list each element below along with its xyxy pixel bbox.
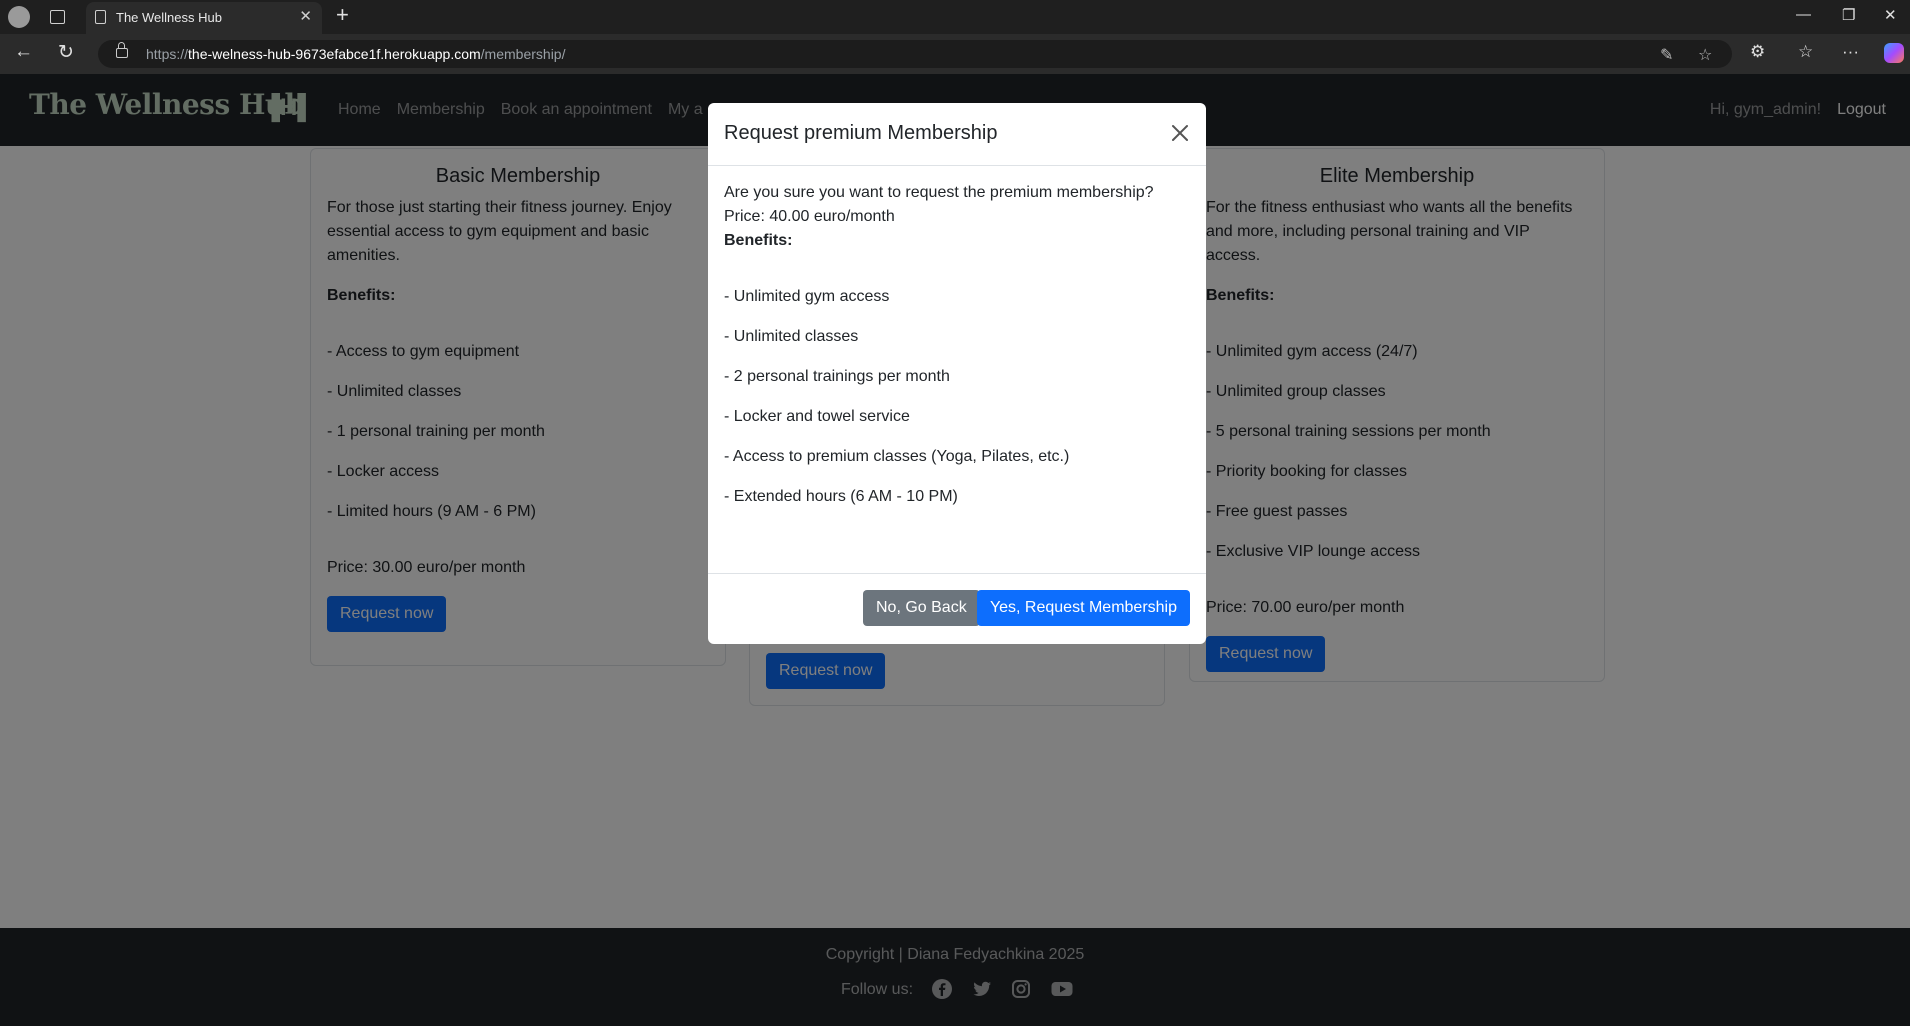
list-item: - Extended hours (6 AM - 10 PM): [724, 488, 958, 505]
list-item: - 2 personal trainings per month: [724, 368, 950, 385]
modal-header: Request premium Membership: [708, 103, 1206, 166]
browser-tab-bar: The Wellness Hub ✕ + — ❐ ✕: [0, 0, 1910, 34]
minimize-icon[interactable]: —: [1796, 6, 1811, 23]
list-item: - Unlimited gym access: [724, 288, 890, 305]
browser-tab[interactable]: The Wellness Hub ✕: [86, 2, 322, 34]
tab-close-icon[interactable]: ✕: [299, 7, 312, 25]
close-icon[interactable]: [1168, 121, 1192, 145]
url-text: https://the-welness-hub-9673efabce1f.her…: [146, 46, 566, 62]
back-icon[interactable]: ←: [14, 41, 33, 63]
favorites-icon[interactable]: ☆: [1798, 42, 1813, 62]
confirm-request-button[interactable]: Yes, Request Membership: [976, 590, 1190, 626]
new-tab-icon[interactable]: +: [336, 2, 349, 28]
modal-footer: No, Go Back Yes, Request Membership: [708, 573, 1206, 645]
request-membership-modal: Request premium Membership Are you sure …: [708, 103, 1206, 644]
modal-title: Request premium Membership: [724, 122, 998, 144]
restore-icon[interactable]: ❐: [1842, 6, 1855, 24]
read-aloud-icon[interactable]: ✎: [1660, 45, 1673, 65]
extensions-icon[interactable]: ⚙: [1750, 42, 1765, 62]
browser-toolbar: ← ↻ https://the-welness-hub-9673efabce1f…: [0, 34, 1910, 74]
address-bar[interactable]: https://the-welness-hub-9673efabce1f.her…: [98, 40, 1732, 68]
page-icon: [95, 10, 106, 24]
go-back-button[interactable]: No, Go Back: [863, 590, 980, 626]
benefits-list: - Unlimited gym access - Unlimited class…: [724, 285, 1190, 509]
tab-actions-icon[interactable]: [50, 10, 65, 24]
benefits-heading: Benefits:: [724, 232, 793, 249]
reload-icon[interactable]: ↻: [58, 41, 74, 64]
confirm-question: Are you sure you want to request the pre…: [724, 184, 1154, 201]
list-item: - Locker and towel service: [724, 408, 910, 425]
copilot-icon[interactable]: [1884, 43, 1904, 63]
list-item: - Unlimited classes: [724, 328, 859, 345]
modal-price: Price: 40.00 euro/month: [724, 208, 895, 225]
more-menu-icon[interactable]: ···: [1842, 42, 1859, 62]
modal-body: Are you sure you want to request the pre…: [724, 181, 1190, 525]
close-window-icon[interactable]: ✕: [1884, 6, 1897, 24]
list-item: - Access to premium classes (Yoga, Pilat…: [724, 448, 1070, 465]
lock-icon[interactable]: [116, 42, 128, 58]
favorite-star-icon[interactable]: ☆: [1698, 45, 1712, 65]
tab-title: The Wellness Hub: [116, 10, 222, 25]
profile-icon[interactable]: [8, 6, 30, 28]
